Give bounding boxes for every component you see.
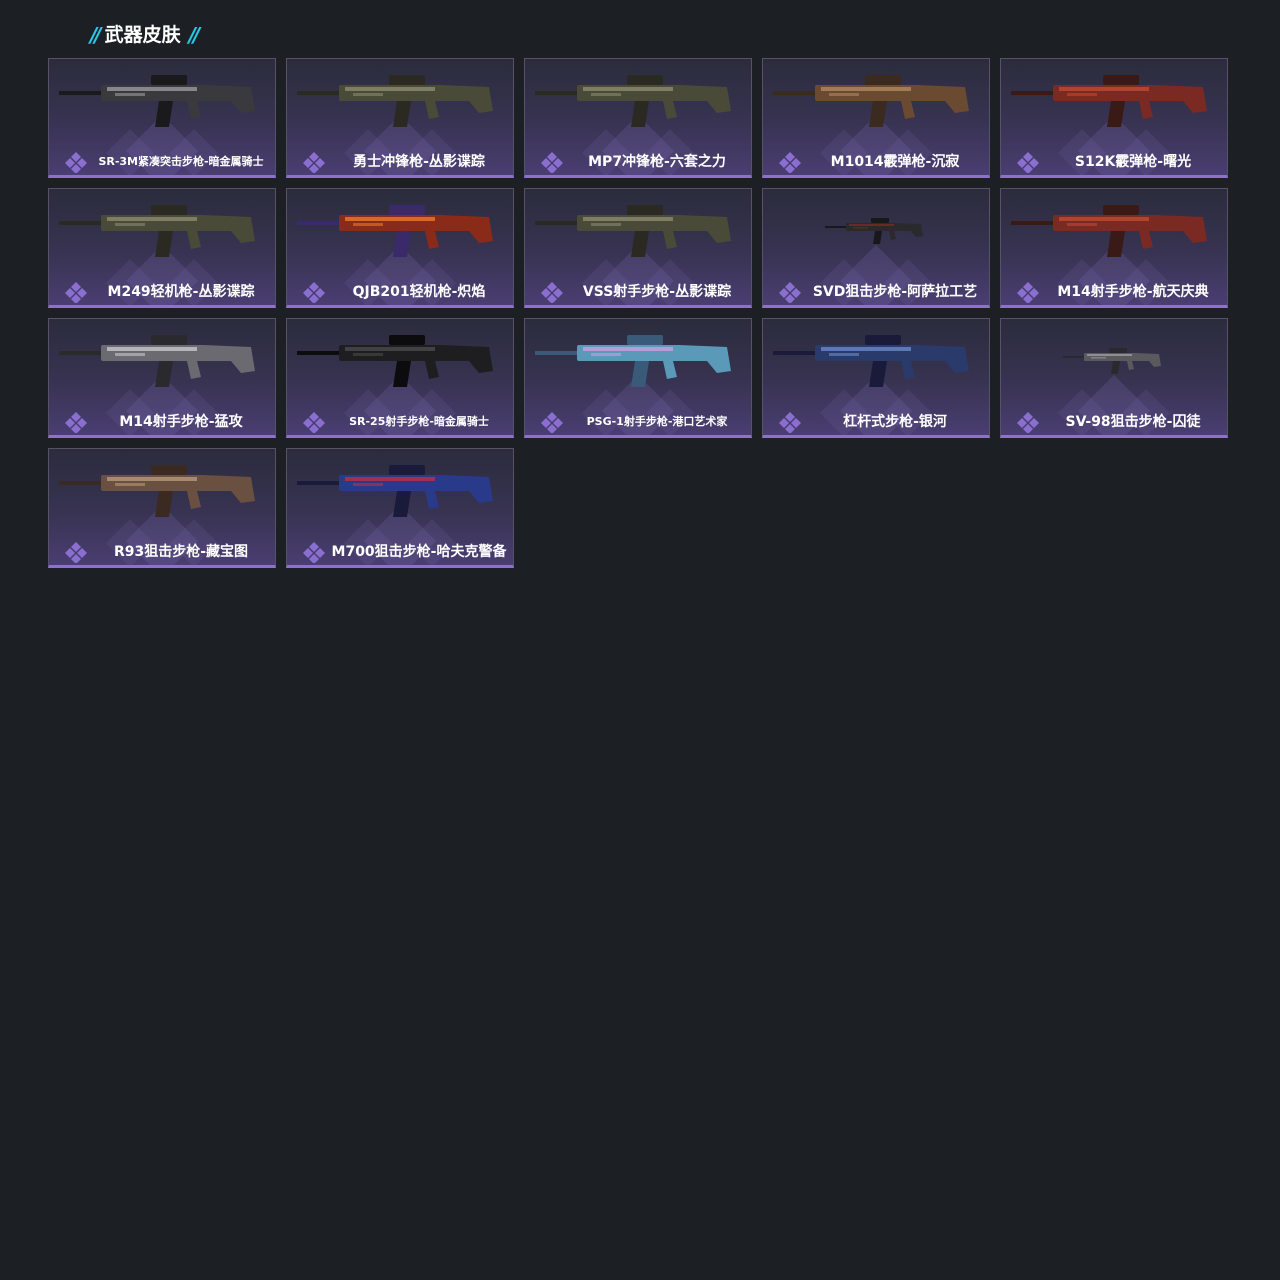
- weapon-skin-name: 杠杆式步枪-银河: [843, 414, 947, 430]
- weapon-skin-name: PSG-1射手步枪-港口艺术家: [586, 415, 728, 428]
- weapon-skin-card[interactable]: M14射手步枪-航天庆典: [1000, 188, 1228, 308]
- weapon-skin-name: M249轻机枪-丛影谍踪: [107, 284, 255, 300]
- weapon-image: [59, 205, 255, 257]
- rarity-diamond-icon: [1017, 282, 1039, 303]
- weapon-skin-name: SR-3M紧凑突击步枪-暗金属骑士: [98, 155, 264, 168]
- rarity-diamond-icon: [65, 152, 87, 173]
- rarity-diamond-icon: [541, 282, 563, 303]
- weapon-skin-name: 勇士冲锋枪-丛影谍踪: [353, 154, 485, 170]
- weapon-image: [297, 205, 493, 257]
- weapon-skin-card[interactable]: MP7冲锋枪-六套之力: [524, 58, 752, 178]
- weapon-image: [297, 335, 493, 387]
- weapon-image: [1011, 205, 1207, 257]
- weapon-image: [1011, 75, 1207, 127]
- weapon-image: [773, 335, 969, 387]
- weapon-image: [535, 335, 731, 387]
- weapon-image: [1063, 348, 1161, 374]
- weapon-skin-card[interactable]: 勇士冲锋枪-丛影谍踪: [286, 58, 514, 178]
- section-header: // 武器皮肤 //: [90, 22, 200, 48]
- weapon-skin-name: MP7冲锋枪-六套之力: [588, 154, 726, 170]
- weapon-image: [535, 75, 731, 127]
- weapon-skin-name: M700狙击步枪-哈夫克警备: [331, 544, 507, 560]
- rarity-diamond-icon: [303, 152, 325, 173]
- weapon-skin-card[interactable]: M1014霰弹枪-沉寂: [762, 58, 990, 178]
- rarity-diamond-icon: [779, 282, 801, 303]
- weapon-skin-name: M1014霰弹枪-沉寂: [830, 154, 960, 170]
- weapon-skin-name: VSS射手步枪-丛影谍踪: [582, 284, 732, 300]
- rarity-diamond-icon: [1017, 152, 1039, 173]
- rarity-diamond-icon: [779, 412, 801, 433]
- weapon-skin-name: SVD狙击步枪-阿萨拉工艺: [812, 284, 978, 300]
- header-slash-right: //: [188, 23, 200, 47]
- rarity-diamond-icon: [303, 282, 325, 303]
- rarity-diamond-icon: [541, 152, 563, 173]
- weapon-skin-card[interactable]: M249轻机枪-丛影谍踪: [48, 188, 276, 308]
- rarity-diamond-icon: [65, 542, 87, 563]
- weapon-skin-name: R93狙击步枪-藏宝图: [113, 544, 249, 560]
- weapon-skin-name: S12K霰弹枪-曙光: [1074, 154, 1192, 170]
- weapon-skin-card[interactable]: M700狙击步枪-哈夫克警备: [286, 448, 514, 568]
- header-slash-left: //: [90, 23, 101, 47]
- weapon-image: [297, 465, 493, 517]
- rarity-diamond-icon: [65, 412, 87, 433]
- weapon-skin-name: QJB201轻机枪-炽焰: [352, 284, 486, 300]
- weapon-image: [773, 75, 969, 127]
- rarity-diamond-icon: [1017, 412, 1039, 433]
- rarity-diamond-icon: [303, 412, 325, 433]
- weapon-skin-card[interactable]: 杠杆式步枪-银河: [762, 318, 990, 438]
- weapon-skin-name: SR-25射手步枪-暗金属骑士: [349, 415, 489, 428]
- weapon-image: [59, 335, 255, 387]
- weapon-image: [535, 205, 731, 257]
- weapon-skin-name: M14射手步枪-猛攻: [119, 414, 243, 430]
- weapon-skin-name: M14射手步枪-航天庆典: [1057, 284, 1209, 300]
- weapon-skin-card[interactable]: S12K霰弹枪-曙光: [1000, 58, 1228, 178]
- weapon-skin-card[interactable]: R93狙击步枪-藏宝图: [48, 448, 276, 568]
- rarity-diamond-icon: [779, 152, 801, 173]
- weapon-skin-card[interactable]: SR-3M紧凑突击步枪-暗金属骑士: [48, 58, 276, 178]
- weapon-skin-card[interactable]: M14射手步枪-猛攻: [48, 318, 276, 438]
- weapon-skin-card[interactable]: SV-98狙击步枪-囚徒: [1000, 318, 1228, 438]
- weapon-skin-card[interactable]: SR-25射手步枪-暗金属骑士: [286, 318, 514, 438]
- weapon-image: [59, 465, 255, 517]
- rarity-diamond-icon: [65, 282, 87, 303]
- rarity-diamond-icon: [541, 412, 563, 433]
- rarity-diamond-icon: [303, 542, 325, 563]
- weapon-skin-card[interactable]: PSG-1射手步枪-港口艺术家: [524, 318, 752, 438]
- weapon-image: [297, 75, 493, 127]
- weapon-skin-card[interactable]: VSS射手步枪-丛影谍踪: [524, 188, 752, 308]
- section-title: 武器皮肤: [104, 23, 181, 46]
- weapon-skin-card[interactable]: SVD狙击步枪-阿萨拉工艺: [762, 188, 990, 308]
- weapon-image: [59, 75, 255, 127]
- weapon-skin-name: SV-98狙击步枪-囚徒: [1065, 414, 1201, 430]
- weapon-image: [825, 218, 923, 244]
- weapon-skin-card[interactable]: QJB201轻机枪-炽焰: [286, 188, 514, 308]
